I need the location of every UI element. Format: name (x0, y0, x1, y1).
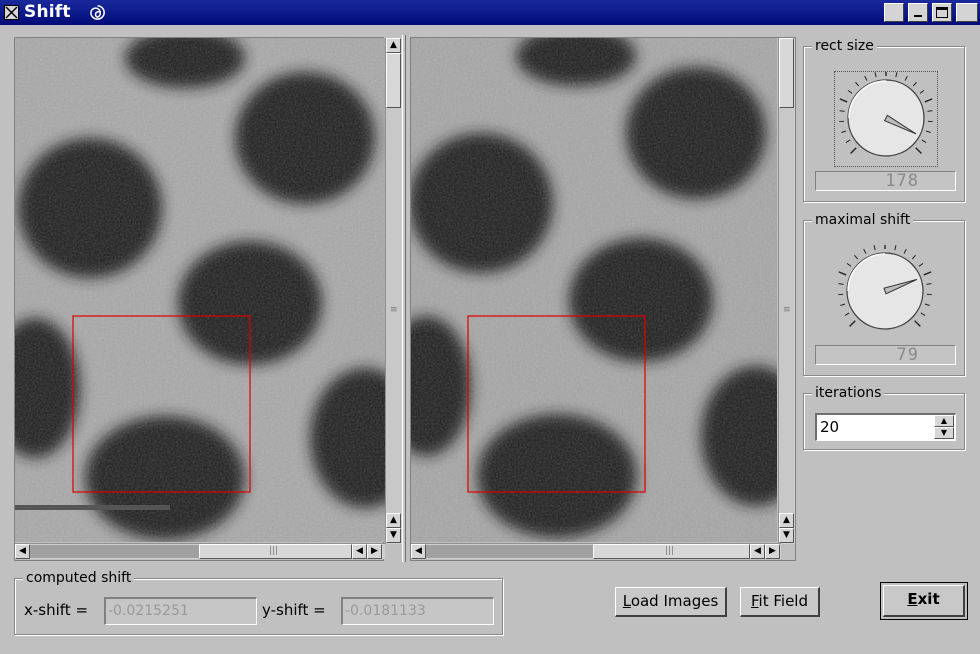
left-image-view[interactable]: ▲ ≡ ▲ ▼ ◀ ||| ◀ ▶ (14, 37, 402, 561)
y-shift-label: y-shift = (262, 601, 326, 619)
iterations-label: iterations (812, 384, 885, 402)
left-hscroll-trough[interactable] (30, 545, 200, 558)
dial-tick (919, 89, 925, 94)
maximal-shift-label: maximal shift (812, 211, 914, 229)
fit-field-button[interactable]: Fit Field (740, 587, 820, 617)
maximal-shift-group: maximal shift 79 (803, 211, 965, 376)
rect-size-group: rect size 178 (803, 37, 965, 202)
dial-tick (854, 254, 859, 260)
y-shift-field: -0.0181133 (341, 597, 494, 625)
scroll-down-arrow-icon[interactable]: ▼ (386, 528, 401, 543)
scroll-right-arrow-icon[interactable]: ▶ (765, 544, 780, 559)
dial-tick (924, 98, 933, 103)
scroll-left-arrow-icon[interactable]: ◀ (15, 544, 30, 559)
scroll-down-arrow-icon[interactable]: ▼ (779, 528, 794, 543)
dial-tick (839, 98, 848, 103)
left-horizontal-scrollbar[interactable]: ◀ ||| ◀ ▶ (15, 543, 385, 559)
rect-size-label: rect size (812, 37, 877, 55)
dial-tick (873, 245, 876, 251)
dial-tick (863, 248, 867, 254)
rect-size-dial[interactable] (834, 68, 938, 167)
computed-shift-label: computed shift (23, 569, 135, 587)
minimize-icon (914, 15, 922, 17)
right-image-view[interactable]: ≡ ▲ ▼ ◀ ||| ◀ ▶ (410, 37, 796, 561)
dial-tick (838, 283, 844, 285)
dial-tick (840, 303, 846, 306)
iterations-spinbox[interactable]: 20 ▲ ▼ (815, 413, 956, 441)
rect-size-dial-svg[interactable] (835, 68, 937, 166)
dial-tick (920, 312, 926, 316)
left-vscroll-thumb[interactable] (386, 53, 401, 108)
left-image[interactable] (15, 38, 385, 542)
maximize-icon (936, 7, 948, 18)
dial-tick (914, 320, 921, 327)
exit-button[interactable]: Exit (883, 585, 965, 617)
left-vscroll-grip: ≡ (390, 305, 398, 315)
x-shift-field: -0.0215251 (104, 597, 257, 625)
computed-shift-group: computed shift x-shift = -0.0215251 y-sh… (14, 569, 503, 635)
dial-tick (845, 139, 851, 143)
dial-tick (903, 248, 907, 254)
scroll-left-arrow-icon[interactable]: ◀ (750, 544, 765, 559)
window-title: Shift (24, 2, 71, 22)
dial-tick (855, 81, 860, 87)
dial-tick (921, 139, 927, 143)
dial-tick (911, 254, 916, 260)
scroll-up-arrow-icon[interactable]: ▲ (386, 513, 401, 528)
right-horizontal-scrollbar[interactable]: ◀ ||| ◀ ▶ (411, 543, 781, 559)
scroll-right-arrow-icon[interactable]: ▶ (367, 544, 382, 559)
spin-up-arrow-icon[interactable]: ▲ (934, 415, 954, 427)
dial-tick (844, 312, 850, 316)
dial-tick (874, 72, 877, 78)
maximal-shift-dial[interactable] (834, 241, 938, 341)
dial-tick (895, 72, 898, 78)
right-hscroll-trough[interactable] (426, 545, 594, 558)
dial-tick (915, 147, 922, 154)
dial-tick (912, 81, 917, 87)
dial-tick (924, 303, 930, 306)
dial-tick (904, 75, 908, 81)
dial-tick (839, 110, 845, 112)
dial-tick (846, 262, 852, 267)
dial-tick (926, 283, 932, 285)
rect-size-display: 178 (815, 171, 956, 191)
window-menu-icon[interactable] (4, 5, 19, 20)
right-image[interactable] (411, 38, 777, 542)
close-button[interactable] (956, 3, 978, 22)
right-hscroll-grip: ||| (665, 546, 675, 556)
scroll-left-arrow-icon[interactable]: ◀ (411, 544, 426, 559)
maximize-button[interactable] (932, 3, 952, 22)
dial-tick (847, 89, 853, 94)
exit-button-frame: Exit (880, 582, 968, 620)
shade-button[interactable] (884, 3, 904, 22)
dial-tick (841, 130, 847, 133)
scroll-left-arrow-icon[interactable]: ◀ (352, 544, 367, 559)
left-hscroll-grip: ||| (269, 546, 279, 556)
scroll-up-arrow-icon[interactable]: ▲ (779, 513, 794, 528)
load-images-button[interactable]: Load Images (615, 587, 727, 617)
dial-tick (927, 110, 933, 112)
right-vscroll-grip: ≡ (783, 305, 791, 315)
dial-tick (849, 320, 856, 327)
iterations-group: iterations 20 ▲ ▼ (803, 384, 965, 450)
dial-tick (864, 75, 868, 81)
maximal-shift-dial-svg[interactable] (834, 241, 936, 339)
right-vscroll-thumb[interactable] (779, 38, 794, 108)
dial-tick (838, 271, 847, 276)
dial-tick (925, 130, 931, 133)
dial-tick (918, 262, 924, 267)
dial-tick (894, 245, 897, 251)
scroll-up-arrow-icon[interactable]: ▲ (386, 38, 401, 53)
spin-down-arrow-icon[interactable]: ▼ (934, 427, 954, 439)
swirl-icon (90, 5, 105, 20)
maximal-shift-display: 79 (815, 345, 956, 365)
x-shift-label: x-shift = (24, 601, 89, 619)
iterations-value[interactable]: 20 (820, 418, 839, 436)
dial-tick (923, 271, 932, 276)
dial-tick (850, 147, 857, 154)
view-splitter[interactable] (400, 35, 408, 562)
right-vertical-scrollbar[interactable]: ≡ ▲ ▼ (778, 38, 795, 544)
minimize-button[interactable] (908, 3, 928, 22)
title-bar: Shift (0, 0, 980, 25)
